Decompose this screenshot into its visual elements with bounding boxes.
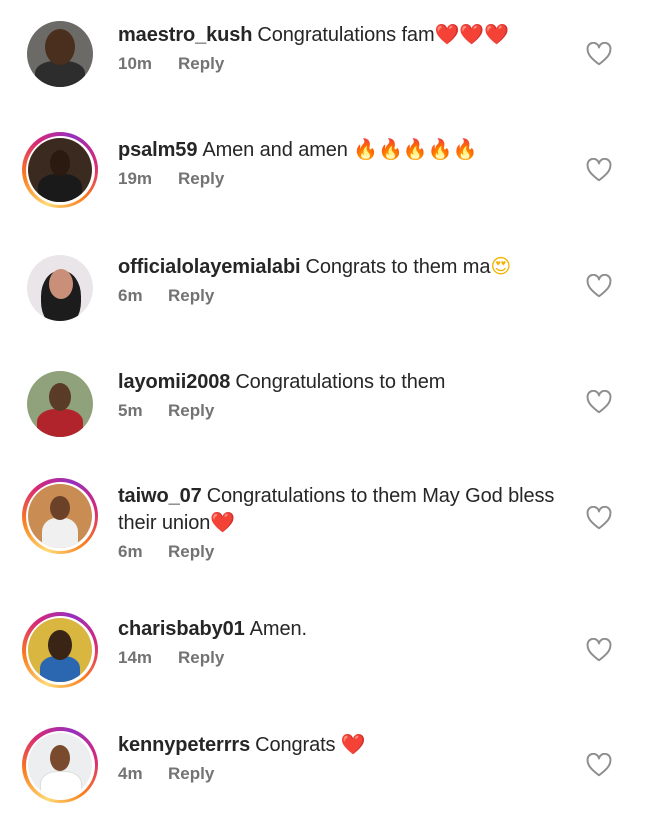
comment-timestamp: 19m <box>118 169 153 188</box>
avatar-story-ring[interactable] <box>22 727 98 803</box>
reply-button[interactable]: Reply <box>178 54 224 73</box>
avatar-story-ring[interactable] <box>22 132 98 208</box>
reply-button[interactable]: Reply <box>168 542 214 561</box>
avatar[interactable] <box>22 16 98 92</box>
heart-eyes-emoji: 😍 <box>490 254 512 278</box>
avatar-image <box>28 484 92 548</box>
avatar[interactable] <box>22 366 98 442</box>
comment-text: Congrats to them ma <box>305 256 491 278</box>
comment-username[interactable]: kennypeterrrs <box>118 734 250 756</box>
comment-username[interactable]: maestro_kush <box>118 24 253 46</box>
avatar-image <box>27 21 93 87</box>
avatar-image <box>28 733 92 797</box>
comment-text: Amen. <box>249 618 307 640</box>
like-heart-icon[interactable] <box>586 506 612 530</box>
like-heart-icon[interactable] <box>586 42 612 66</box>
heart-emoji: ❤️ <box>210 510 236 534</box>
comment-timestamp: 5m <box>118 401 143 420</box>
reply-button[interactable]: Reply <box>168 286 214 305</box>
heart-emoji: ❤️ <box>340 732 366 756</box>
comment-username[interactable]: psalm59 <box>118 139 197 161</box>
heart-emoji: ❤️❤️❤️ <box>434 22 510 46</box>
comment-username[interactable]: taiwo_07 <box>118 485 202 507</box>
comment-username[interactable]: charisbaby01 <box>118 618 245 640</box>
avatar-image <box>27 371 93 437</box>
like-heart-icon[interactable] <box>586 390 612 414</box>
comment-text: Congratulations to them <box>235 371 446 393</box>
like-heart-icon[interactable] <box>586 274 612 298</box>
like-heart-icon[interactable] <box>586 638 612 662</box>
avatar-image <box>27 255 93 321</box>
comment-username[interactable]: officialolayemialabi <box>118 256 301 278</box>
avatar[interactable] <box>22 250 98 326</box>
comment-timestamp: 10m <box>118 54 153 73</box>
avatar-image <box>28 618 92 682</box>
comment-text: Amen and amen <box>202 139 354 161</box>
comment-text: Congrats <box>255 734 341 756</box>
fire-emoji: 🔥🔥🔥🔥🔥 <box>353 137 478 161</box>
reply-button[interactable]: Reply <box>168 764 214 783</box>
avatar-story-ring[interactable] <box>22 612 98 688</box>
comment-timestamp: 4m <box>118 764 143 783</box>
avatar-image <box>28 138 92 202</box>
comment-timestamp: 6m <box>118 542 143 561</box>
avatar-story-ring[interactable] <box>22 478 98 554</box>
comment-text: Congratulations fam <box>257 24 435 46</box>
comment-timestamp: 14m <box>118 648 153 667</box>
reply-button[interactable]: Reply <box>168 401 214 420</box>
like-heart-icon[interactable] <box>586 158 612 182</box>
comment-username[interactable]: layomii2008 <box>118 371 230 393</box>
comment-timestamp: 6m <box>118 286 143 305</box>
reply-button[interactable]: Reply <box>178 169 224 188</box>
like-heart-icon[interactable] <box>586 753 612 777</box>
reply-button[interactable]: Reply <box>178 648 224 667</box>
